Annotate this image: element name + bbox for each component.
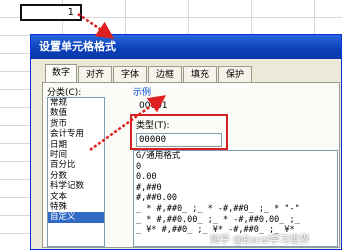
category-item[interactable]: 百分比: [48, 160, 104, 170]
category-item[interactable]: 时间: [48, 150, 104, 160]
format-cells-dialog: 设置单元格格式 数字 对齐 字体 边框 填充 保护 分类(C): 常规 数值 货…: [30, 34, 342, 250]
sample-value: 00001: [139, 101, 168, 111]
tab-border[interactable]: 边框: [148, 66, 182, 82]
category-list[interactable]: 常规 数值 货币 会计专用 日期 时间 百分比 分数 科学记数 文本 特殊 自定…: [47, 97, 105, 247]
format-item[interactable]: #,##0.00: [134, 193, 337, 204]
category-item[interactable]: 货币: [48, 119, 104, 129]
tab-alignment[interactable]: 对齐: [78, 66, 112, 82]
format-item[interactable]: _ * #,##0.00_ ;_ * -#,##0.00_ ;_: [134, 215, 337, 226]
category-item[interactable]: 科学记数: [48, 181, 104, 191]
tab-font[interactable]: 字体: [113, 66, 147, 82]
tab-number[interactable]: 数字: [45, 64, 77, 83]
category-item[interactable]: 特殊: [48, 202, 104, 212]
type-input[interactable]: 00000: [136, 133, 222, 147]
format-item[interactable]: G/通用格式: [134, 151, 337, 162]
category-item[interactable]: 常规: [48, 98, 104, 108]
category-item[interactable]: 会计专用: [48, 129, 104, 139]
format-item[interactable]: _ * #,##0_ ;_ * -#,##0_ ;_ * "-": [134, 204, 337, 215]
tab-protection[interactable]: 保护: [218, 66, 252, 82]
format-item[interactable]: #,##0: [134, 183, 337, 194]
active-cell[interactable]: 1: [20, 4, 82, 21]
watermark: 知乎 @Excel学习世界: [210, 235, 310, 246]
category-item[interactable]: 分数: [48, 171, 104, 181]
type-label: 类型(T):: [136, 121, 170, 131]
format-item[interactable]: 0.00: [134, 172, 337, 183]
category-item[interactable]: 文本: [48, 192, 104, 202]
type-highlight-box: 类型(T): 00000: [130, 114, 228, 150]
tab-fill[interactable]: 填充: [183, 66, 217, 82]
number-panel: 分类(C): 常规 数值 货币 会计专用 日期 时间 百分比 分数 科学记数 文…: [42, 82, 340, 248]
category-item[interactable]: 日期: [48, 140, 104, 150]
dialog-title: 设置单元格格式: [31, 35, 341, 59]
category-item-selected[interactable]: 自定义: [48, 212, 104, 223]
sample-label: 示例: [133, 88, 152, 98]
category-item[interactable]: 数值: [48, 108, 104, 118]
format-item[interactable]: 0: [134, 162, 337, 173]
